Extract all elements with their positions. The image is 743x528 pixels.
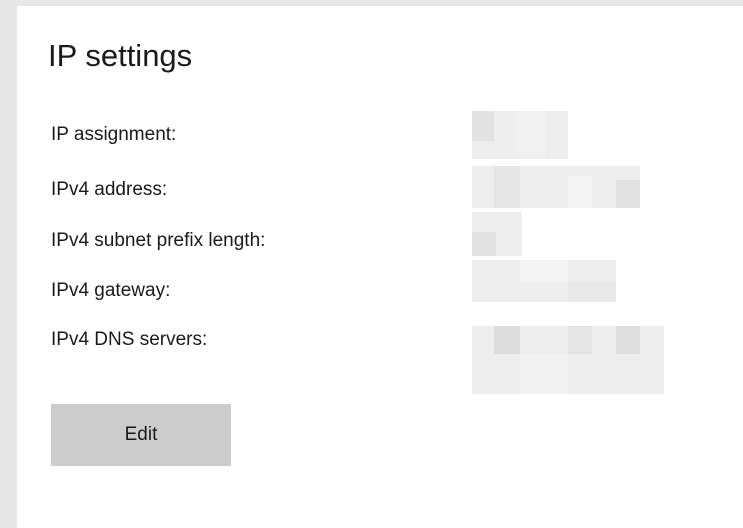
ipv4-dns-servers-value-redacted xyxy=(472,326,664,394)
ipv4-subnet-prefix-length-label: IPv4 subnet prefix length: xyxy=(51,230,266,251)
page-title: IP settings xyxy=(48,38,193,73)
ip-assignment-label: IP assignment: xyxy=(51,124,177,145)
ipv4-address-label: IPv4 address: xyxy=(51,179,168,200)
ip-assignment-value-redacted xyxy=(472,111,568,159)
ip-settings-panel: IP settings IP assignment: IPv4 address:… xyxy=(17,6,743,528)
ipv4-gateway-value-redacted xyxy=(472,260,616,302)
ipv4-dns-servers-label: IPv4 DNS servers: xyxy=(51,329,208,350)
edit-button[interactable]: Edit xyxy=(51,404,231,466)
ipv4-address-value-redacted xyxy=(472,166,640,208)
ipv4-subnet-prefix-length-value-redacted xyxy=(472,212,522,256)
ipv4-gateway-label: IPv4 gateway: xyxy=(51,280,171,301)
